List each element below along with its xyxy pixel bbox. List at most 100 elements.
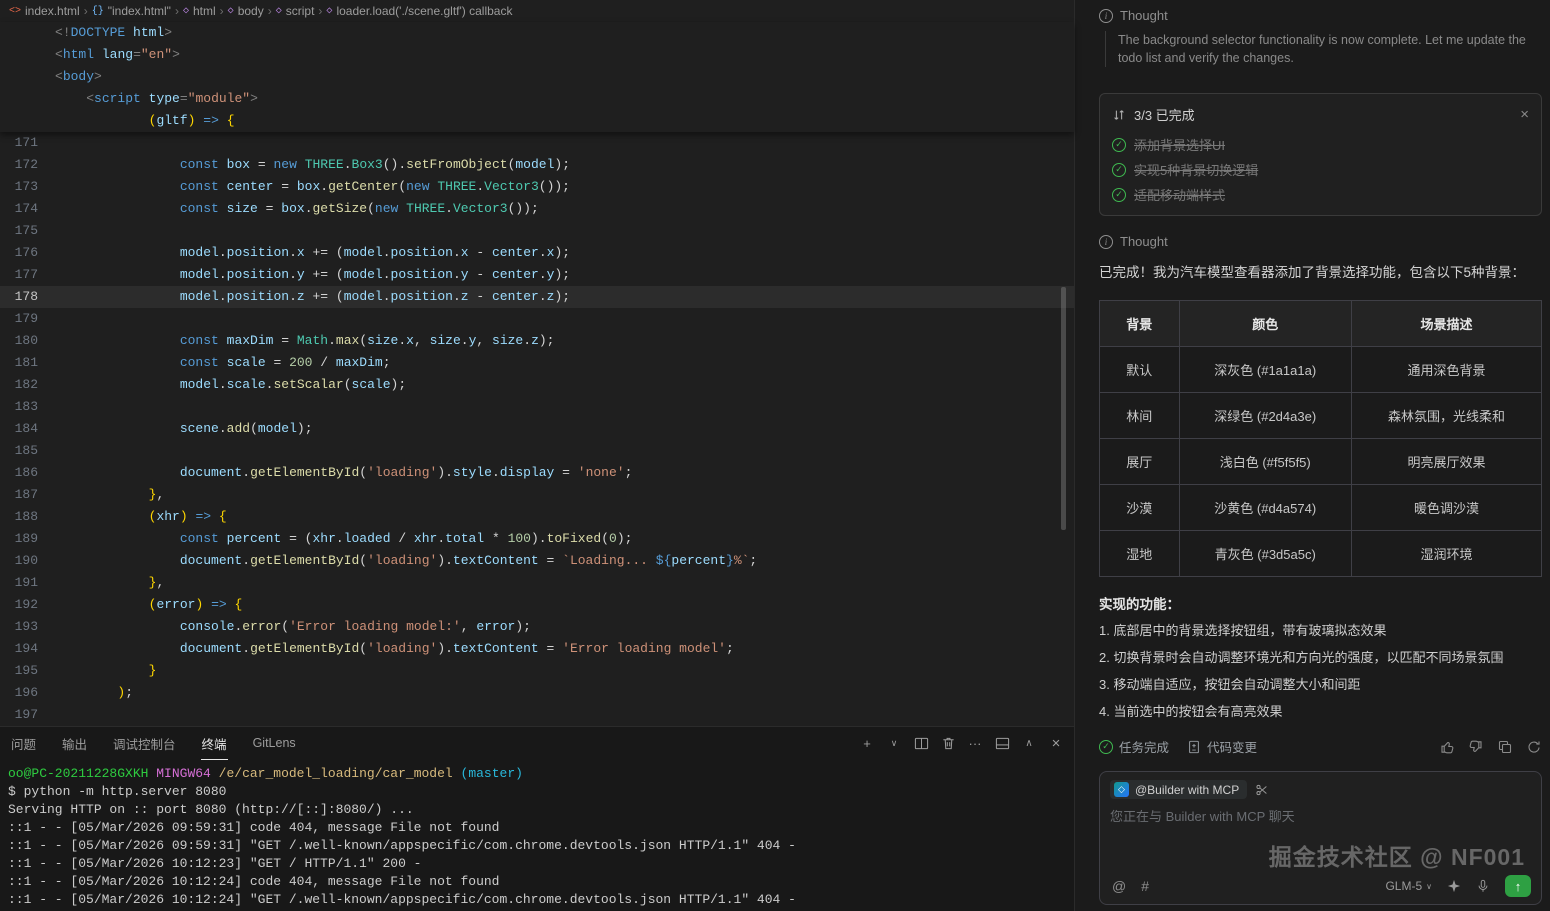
line-number: 183 [0, 396, 38, 418]
code-changes-button[interactable]: 代码变更 [1187, 737, 1257, 756]
symbol-icon: ◇ [228, 5, 234, 17]
panel-tab[interactable]: 终端 [201, 727, 228, 760]
code-line[interactable]: 195 } [0, 660, 1074, 682]
code-line[interactable]: 194 document.getElementById('loading').t… [0, 638, 1074, 660]
regenerate-icon[interactable] [1526, 739, 1542, 755]
message-status-bar: ✓ 任务完成 代码变更 [1099, 737, 1542, 756]
breadcrumb-separator-icon: › [220, 4, 224, 18]
todo-item[interactable]: ✓适配移动端样式 [1112, 182, 1529, 207]
code-line[interactable]: 192 (error) => { [0, 594, 1074, 616]
mention-at-icon[interactable]: @ [1112, 878, 1126, 894]
terminal-line: ::1 - - [05/Mar/2026 09:59:31] code 404,… [8, 819, 1074, 837]
table-row: 林间深绿色 (#2d4a3e)森林氛围，光线柔和 [1100, 392, 1542, 438]
chevron-down-icon: ∨ [1426, 882, 1432, 891]
code-line[interactable]: 188 (xhr) => { [0, 506, 1074, 528]
table-cell: 沙漠 [1100, 484, 1180, 530]
breadcrumb-item[interactable]: <>index.html [8, 4, 81, 18]
code-line[interactable]: 175 [0, 220, 1074, 242]
breadcrumb-item[interactable]: ◇script [275, 4, 316, 18]
todo-item[interactable]: ✓实现5种背景切换逻辑 [1112, 157, 1529, 182]
maximize-panel-chevron-up-icon[interactable]: ∧ [1021, 736, 1037, 752]
terminal-output[interactable]: oo@PC-20211228GXKH MINGW64 /e/car_model_… [0, 760, 1074, 911]
code-line[interactable]: 181 const scale = 200 / maxDim; [0, 352, 1074, 374]
todo-item[interactable]: ✓添加背景选择UI [1112, 132, 1529, 157]
kill-terminal-trash-icon[interactable] [940, 736, 956, 752]
code-editor[interactable]: 171172 const box = new THREE.Box3().setF… [0, 132, 1074, 726]
scissors-tools-icon[interactable] [1255, 783, 1269, 797]
code-line[interactable]: 186 document.getElementById('loading').s… [0, 462, 1074, 484]
symbol-icon: ◇ [183, 5, 189, 17]
line-number: 173 [0, 176, 38, 198]
send-button[interactable]: ↑ [1505, 875, 1531, 897]
code-line[interactable]: 185 [0, 440, 1074, 462]
code-line[interactable]: 171 [0, 132, 1074, 154]
breadcrumb-item[interactable]: ◇html [182, 4, 217, 18]
table-header-row: 背景颜色场景描述 [1100, 300, 1542, 346]
panel-tab[interactable]: 调试控制台 [112, 727, 177, 760]
line-number: 179 [0, 308, 38, 330]
code-line[interactable]: 183 [0, 396, 1074, 418]
code-line[interactable]: 173 const center = box.getCenter(new THR… [0, 176, 1074, 198]
chat-message-input[interactable] [1110, 809, 1405, 824]
code-line[interactable]: 191 }, [0, 572, 1074, 594]
task-complete-status[interactable]: ✓ 任务完成 [1099, 737, 1169, 756]
feature-item: 2. 切换背景时会自动调整环境光和方向光的强度，以匹配不同场景氛围 [1099, 649, 1542, 667]
code-line[interactable]: 179 [0, 308, 1074, 330]
close-icon[interactable]: × [1520, 107, 1529, 122]
html-file-icon: <> [9, 6, 21, 17]
code-line[interactable]: 182 model.scale.setScalar(scale); [0, 374, 1074, 396]
code-line[interactable]: 193 console.error('Error loading model:'… [0, 616, 1074, 638]
watermark-text: 掘金技术社区 @ NF001 [1269, 838, 1525, 872]
message-actions [1439, 739, 1542, 755]
breadcrumb-item[interactable]: ◇body [227, 4, 265, 18]
thought-header[interactable]: i Thought [1099, 8, 1542, 23]
microphone-icon[interactable] [1476, 879, 1490, 893]
panel-tabs: 问题输出调试控制台终端 GitLens [10, 727, 297, 760]
todo-card-header: 3/3 已完成 × [1112, 102, 1529, 132]
agent-chip[interactable]: ◇ @Builder with MCP [1110, 780, 1247, 799]
panel-tab[interactable]: GitLens [252, 727, 297, 760]
code-line[interactable]: 190 document.getElementById('loading').t… [0, 550, 1074, 572]
builder-avatar-icon: ◇ [1114, 782, 1129, 797]
sparkle-icon[interactable] [1447, 879, 1461, 893]
editor-scrollbar[interactable] [1061, 287, 1066, 530]
copy-icon[interactable] [1497, 739, 1513, 755]
assistant-panel: i Thought The background selector functi… [1075, 0, 1550, 911]
code-line[interactable]: 172 const box = new THREE.Box3().setFrom… [0, 154, 1074, 176]
thought-header[interactable]: i Thought [1099, 234, 1542, 249]
model-selector[interactable]: GLM-5 ∨ [1385, 879, 1432, 893]
terminal-profile-chevron-down-icon[interactable]: ∨ [886, 736, 902, 752]
code-line[interactable]: 180 const maxDim = Math.max(size.x, size… [0, 330, 1074, 352]
breadcrumb-item[interactable]: ◇loader.load('./scene.gltf') callback [325, 4, 513, 18]
line-number: 171 [0, 132, 38, 154]
code-line[interactable]: 178 model.position.z += (model.position.… [0, 286, 1074, 308]
close-panel-icon[interactable]: × [1048, 736, 1064, 752]
code-line[interactable]: 174 const size = box.getSize(new THREE.V… [0, 198, 1074, 220]
code-line[interactable]: 176 model.position.x += (model.position.… [0, 242, 1074, 264]
code-line[interactable]: 189 const percent = (xhr.loaded / xhr.to… [0, 528, 1074, 550]
thumbs-up-icon[interactable] [1439, 739, 1455, 755]
panel-tab[interactable]: 问题 [10, 727, 37, 760]
terminal-line: ::1 - - [05/Mar/2026 10:12:23] "GET / HT… [8, 855, 1074, 873]
panel-tab[interactable]: 输出 [61, 727, 88, 760]
code-line[interactable]: 177 model.position.y += (model.position.… [0, 264, 1074, 286]
line-number: 175 [0, 220, 38, 242]
thumbs-down-icon[interactable] [1468, 739, 1484, 755]
info-circle-icon: i [1099, 9, 1113, 23]
code-line[interactable]: 184 scene.add(model); [0, 418, 1074, 440]
code-line[interactable]: 196 ); [0, 682, 1074, 704]
code-line[interactable]: 187 }, [0, 484, 1074, 506]
more-actions-icon[interactable]: ··· [967, 736, 983, 752]
split-terminal-icon[interactable] [913, 736, 929, 752]
code-line[interactable]: 197 [0, 704, 1074, 726]
table-cell: 默认 [1100, 346, 1180, 392]
sticky-scroll: <!DOCTYPE html><html lang="en"><body> <s… [0, 22, 1074, 132]
chat-input-card[interactable]: ◇ @Builder with MCP 掘金技术社区 @ NF001 @ # G… [1099, 771, 1542, 905]
new-terminal-button[interactable]: + [859, 736, 875, 752]
panel-layout-icon[interactable] [994, 736, 1010, 752]
line-number: 176 [0, 242, 38, 264]
breadcrumb-item[interactable]: {}"index.html" [91, 4, 172, 18]
hash-command-icon[interactable]: # [1141, 878, 1149, 894]
symbol-icon: ◇ [276, 5, 282, 17]
breadcrumb-separator-icon: › [84, 4, 88, 18]
